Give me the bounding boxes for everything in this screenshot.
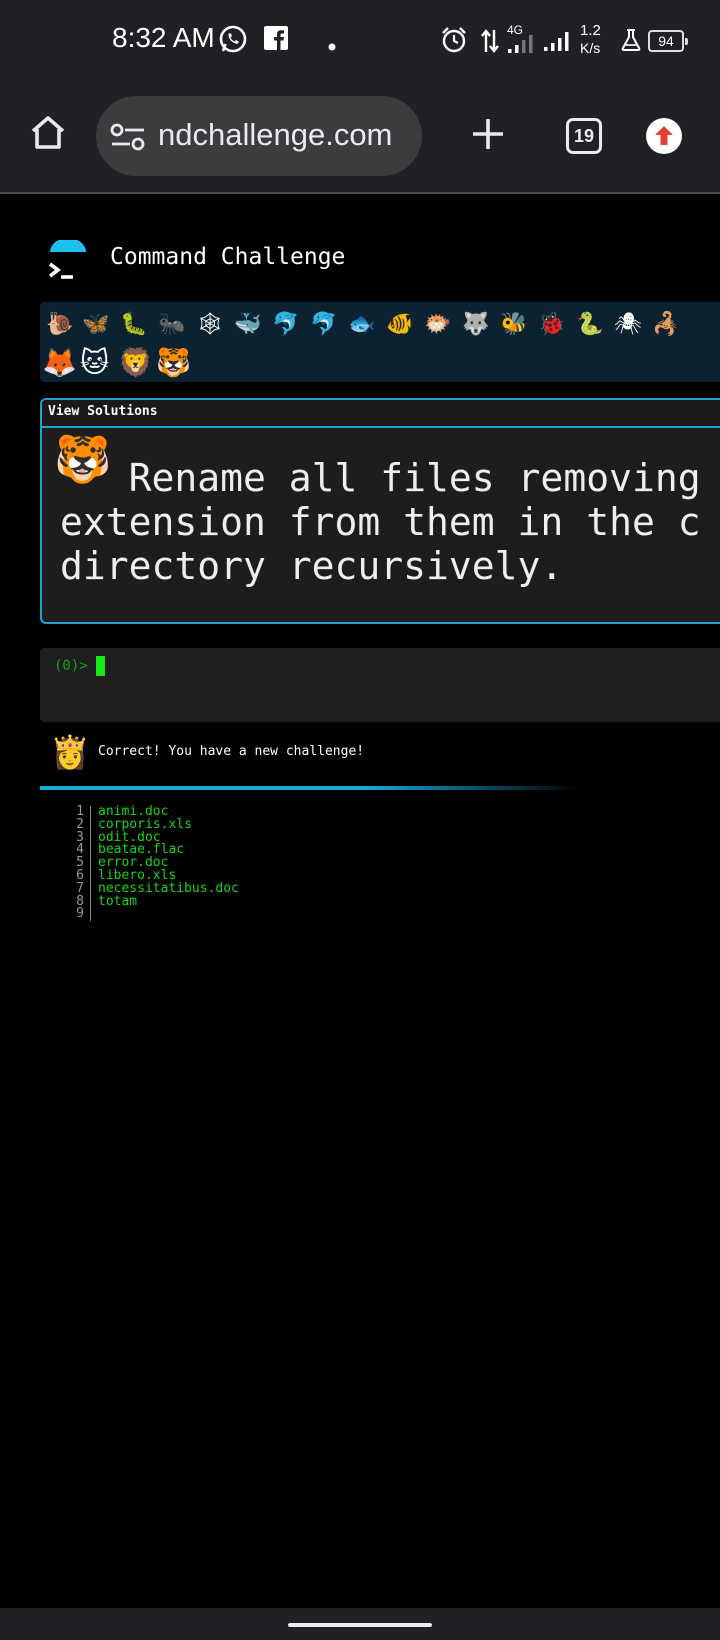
network-speed-unit: K/s bbox=[580, 40, 601, 56]
challenge-badge[interactable]: 🐞 bbox=[538, 312, 565, 338]
challenge-badge[interactable]: 🐛 bbox=[120, 312, 147, 338]
battery-icon: 94 bbox=[648, 30, 688, 52]
line-number: 9 bbox=[76, 906, 84, 922]
current-challenge-badge[interactable]: 🐯 bbox=[156, 346, 191, 380]
update-arrow-icon[interactable] bbox=[646, 118, 682, 154]
challenge-badge[interactable]: 🐬 bbox=[272, 312, 299, 338]
challenge-box: View Solutions 🐯 Rename all files removi… bbox=[40, 398, 720, 624]
challenge-badge[interactable]: 🐜 bbox=[158, 312, 185, 338]
lab-flask-icon bbox=[620, 28, 642, 56]
terminal-cursor[interactable] bbox=[96, 656, 105, 676]
challenge-badge[interactable]: 🦁 bbox=[118, 346, 153, 380]
result-message: 👸 Correct! You have a new challenge! bbox=[40, 730, 720, 774]
dot-icon bbox=[328, 36, 336, 55]
challenge-badge[interactable]: 🐳 bbox=[234, 312, 261, 338]
challenge-badge[interactable]: 🐱 bbox=[80, 346, 109, 380]
network-speed-value: 1.2 bbox=[580, 22, 601, 39]
challenge-badge[interactable]: 🦋 bbox=[82, 312, 109, 338]
challenge-line: extension from them in the c bbox=[60, 500, 701, 544]
signal-icon bbox=[508, 34, 544, 58]
view-solutions-link[interactable]: View Solutions bbox=[48, 404, 158, 419]
home-icon[interactable] bbox=[28, 112, 68, 156]
tab-switcher-icon[interactable]: 19 bbox=[566, 118, 602, 154]
signal-icon bbox=[544, 30, 574, 56]
challenge-badge[interactable]: 🐺 bbox=[462, 312, 489, 338]
challenge-line: directory recursively. bbox=[60, 544, 564, 588]
file-name: totam bbox=[98, 893, 138, 909]
challenge-badge[interactable]: 🦊 bbox=[42, 346, 77, 380]
status-bar: 8:32 AM 4G 1.2 K/s 94 bbox=[0, 0, 720, 82]
whatsapp-icon bbox=[218, 24, 248, 58]
data-arrows-icon bbox=[480, 28, 500, 58]
challenge-badge[interactable]: 🐌 bbox=[46, 312, 73, 338]
web-page: Command Challenge 🐌 🦋 🐛 🐜 🕸 🐳 🐬 🐬 🐟 🐠 🐡 … bbox=[0, 194, 720, 1608]
challenge-header: View Solutions bbox=[42, 400, 720, 428]
challenge-badge[interactable]: 🐡 bbox=[424, 312, 451, 338]
challenge-badge[interactable]: 🕷 bbox=[614, 312, 642, 338]
terminal-logo-icon bbox=[46, 238, 90, 284]
facebook-icon bbox=[264, 26, 288, 54]
home-gesture-handle[interactable] bbox=[288, 1623, 432, 1627]
site-title[interactable]: Command Challenge bbox=[110, 244, 345, 270]
command-terminal[interactable]: (0)> bbox=[40, 648, 720, 722]
url-text[interactable]: ndchallenge.com bbox=[158, 117, 392, 153]
status-time: 8:32 AM bbox=[112, 22, 215, 53]
site-settings-icon[interactable] bbox=[110, 122, 146, 156]
challenge-badge[interactable]: 🐬 bbox=[310, 312, 337, 338]
challenge-badge[interactable]: 🦂 bbox=[652, 312, 679, 338]
terminal-prompt: (0)> bbox=[54, 658, 88, 674]
alarm-icon bbox=[440, 26, 468, 58]
challenge-badge[interactable]: 🐟 bbox=[348, 312, 375, 338]
gesture-nav-bar bbox=[0, 1608, 720, 1640]
challenge-badge[interactable]: 🐝 bbox=[500, 312, 527, 338]
result-divider bbox=[40, 786, 580, 790]
challenge-line: Rename all files removing bbox=[60, 456, 701, 500]
challenge-badge[interactable]: 🐠 bbox=[386, 312, 413, 338]
browser-toolbar: ndchallenge.com 19 bbox=[0, 82, 720, 194]
challenge-progress-bar: 🐌 🦋 🐛 🐜 🕸 🐳 🐬 🐬 🐟 🐠 🐡 🐺 🐝 🐞 🐍 🕷 🦂 🦊 🐱 🦁 … bbox=[40, 302, 720, 382]
challenge-badge[interactable]: 🕸 bbox=[196, 312, 224, 338]
challenge-description: Rename all files removing extension from … bbox=[60, 456, 720, 588]
address-bar[interactable]: ndchallenge.com bbox=[96, 96, 422, 176]
result-message-text: Correct! You have a new challenge! bbox=[98, 744, 365, 759]
princess-emoji: 👸 bbox=[50, 733, 90, 771]
challenge-badge[interactable]: 🐍 bbox=[576, 312, 603, 338]
new-tab-plus-icon[interactable] bbox=[470, 116, 506, 156]
